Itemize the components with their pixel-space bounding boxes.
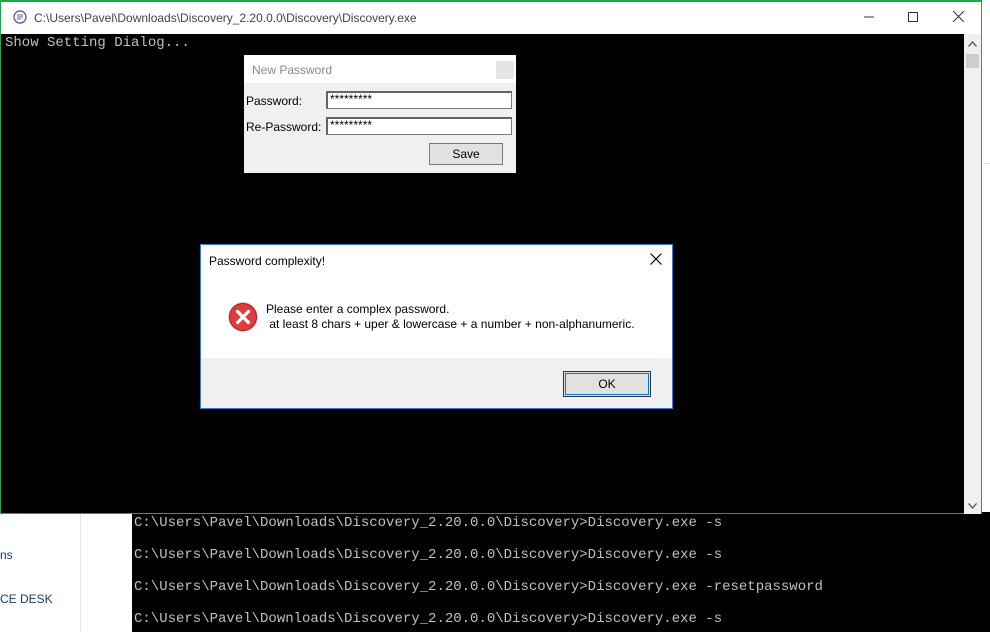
maximize-button[interactable] [890, 2, 936, 34]
background-console-line: C:\Users\Pavel\Downloads\Discovery_2.20.… [134, 611, 723, 627]
message-line-1: Please enter a complex password. [266, 302, 450, 316]
close-icon [650, 252, 662, 268]
chevron-down-icon [968, 496, 977, 514]
repassword-label: Re-Password: [246, 120, 322, 134]
repassword-field[interactable]: ********* [326, 117, 512, 135]
scroll-down-button[interactable] [964, 498, 981, 512]
close-icon [952, 9, 964, 27]
new-password-title: New Password [252, 63, 333, 77]
app-icon [13, 10, 27, 24]
background-console-line: C:\Users\Pavel\Downloads\Discovery_2.20.… [134, 579, 823, 595]
console-titlebar[interactable]: C:\Users\Pavel\Downloads\Discovery_2.20.… [1, 2, 981, 34]
scrollbar-thumb[interactable] [966, 54, 979, 68]
scroll-up-button[interactable] [964, 36, 981, 50]
background-console-line: C:\Users\Pavel\Downloads\Discovery_2.20.… [134, 547, 723, 563]
minimize-icon [864, 9, 874, 27]
dialog-footer: OK [201, 358, 672, 408]
new-password-titlebar[interactable]: New Password [244, 55, 516, 83]
password-label: Password: [246, 94, 303, 108]
password-complexity-dialog[interactable]: Password complexity! Please enter a comp… [200, 244, 673, 409]
minimize-button[interactable] [846, 2, 892, 34]
vertical-scrollbar[interactable] [964, 34, 981, 514]
message-line-2: at least 8 chars + uper & lowercase + a … [266, 317, 635, 331]
console-output: Show Setting Dialog... [5, 35, 190, 51]
background-console-line: C:\Users\Pavel\Downloads\Discovery_2.20.… [134, 515, 723, 531]
save-button[interactable]: Save [429, 143, 503, 165]
maximize-icon [908, 9, 918, 27]
chevron-up-icon [968, 34, 977, 52]
new-password-dialog[interactable]: New Password Password: ********* Re-Pass… [244, 55, 516, 173]
dialog-title: Password complexity! [209, 254, 326, 268]
window-title: C:\Users\Pavel\Downloads\Discovery_2.20.… [34, 11, 417, 25]
dialog-close-button[interactable] [645, 250, 667, 270]
error-icon [227, 301, 259, 333]
background-label-2: CE DESK [0, 592, 53, 606]
ok-button[interactable]: OK [563, 371, 651, 397]
background-label-1: ns [0, 548, 13, 562]
new-password-close-button[interactable] [496, 61, 514, 79]
background-console: C:\Users\Pavel\Downloads\Discovery_2.20.… [132, 512, 990, 632]
password-field[interactable]: ********* [326, 91, 512, 109]
close-button[interactable] [935, 2, 981, 34]
